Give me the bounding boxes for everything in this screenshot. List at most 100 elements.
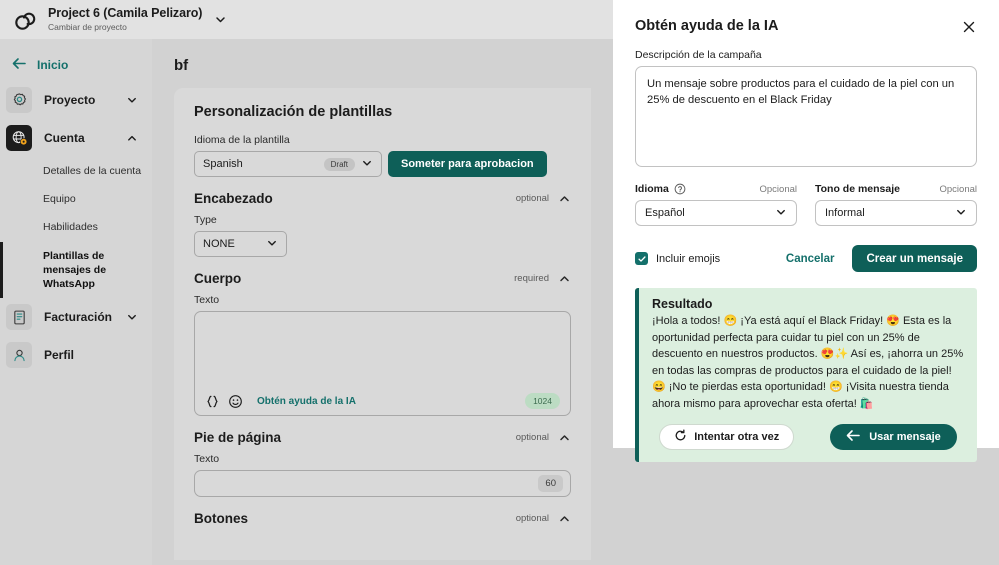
section-flag-cuerpo: required [514, 273, 549, 284]
result-text: ¡Hola a todos! 😁 ¡Ya está aquí el Black … [652, 315, 964, 410]
section-header-botones: Botones optional [194, 511, 571, 526]
top-bar: Project 6 (Camila Pelizaro) Cambiar de p… [0, 0, 613, 39]
ai-language-select[interactable]: Español [635, 200, 797, 226]
interlocking-circles-logo [15, 12, 36, 30]
get-ai-help-link[interactable]: Obtén ayuda de la IA [257, 396, 356, 407]
section-header-cuerpo: Cuerpo required [194, 271, 571, 286]
ai-result-box: Resultado ¡Hola a todos! 😁 ¡Ya está aquí… [635, 288, 977, 462]
section-header-encabezado: Encabezado optional [194, 191, 571, 206]
sidebar-label-perfil: Perfil [44, 348, 75, 363]
chevron-down-icon[interactable] [214, 13, 227, 26]
sidebar-label-facturacion: Facturación [44, 310, 113, 325]
section-flag-botones: optional [515, 513, 549, 524]
use-message-label: Usar mensaje [869, 431, 941, 443]
chevron-up-icon[interactable] [558, 431, 571, 444]
campaign-description-input[interactable]: Un mensaje sobre productos para el cuida… [635, 66, 977, 167]
project-name: Project 6 (Camila Pelizaro) [48, 6, 203, 21]
retry-label: Intentar otra vez [694, 431, 780, 443]
language-value: Spanish [203, 158, 243, 170]
use-message-button[interactable]: Usar mensaje [830, 424, 957, 450]
ai-tone-optional: Opcional [939, 183, 978, 195]
ai-language-value: Español [645, 207, 685, 219]
ai-tone-select[interactable]: Informal [815, 200, 977, 226]
ai-actions-row: Incluir emojis Cancelar Crear un mensaje [635, 245, 977, 272]
body-text-label: Texto [194, 294, 220, 306]
sidebar-subitem-plantillas-whatsapp[interactable]: Plantillas de mensajes de WhatsApp [0, 241, 152, 299]
chevron-up-icon[interactable] [558, 512, 571, 525]
ai-panel-title: Obtén ayuda de la IA [635, 18, 779, 34]
language-row: Spanish Draft Someter para aprobacion [194, 151, 571, 177]
include-emojis-checkbox[interactable]: Incluir emojis [635, 252, 720, 265]
sidebar-item-perfil[interactable]: Perfil [0, 336, 152, 374]
emoji-smiley-icon[interactable] [228, 394, 243, 409]
cancel-button[interactable]: Cancelar [776, 253, 845, 265]
result-actions: Intentar otra vez Usar mensaje [652, 424, 964, 450]
refresh-icon [674, 429, 687, 445]
tone-head: Tono de mensaje Opcional [815, 183, 977, 195]
globe-gear-icon [6, 125, 32, 151]
include-emojis-label: Incluir emojis [656, 252, 721, 265]
sidebar-subitem-equipo[interactable]: Equipo [0, 185, 152, 213]
language-select[interactable]: Spanish Draft [194, 151, 382, 177]
create-message-button[interactable]: Crear un mensaje [852, 245, 977, 272]
sidebar: Inicio Proyecto Cuenta Detalles de la cu… [0, 39, 152, 565]
chevron-down-icon [775, 206, 787, 221]
language-head: Idioma Opcional [635, 183, 797, 195]
curly-braces-icon[interactable] [205, 394, 220, 409]
language-label: Idioma de la plantilla [194, 134, 290, 146]
chevron-down-icon[interactable] [126, 311, 138, 323]
campaign-description-label: Descripción de la campaña [635, 49, 762, 61]
chevron-up-icon[interactable] [126, 132, 138, 144]
section-title-cuerpo: Cuerpo [194, 271, 242, 286]
sidebar-subnav-cuenta: Detalles de la cuenta Equipo Habilidades… [0, 157, 152, 299]
close-icon[interactable] [961, 19, 977, 35]
sidebar-home-label: Inicio [37, 58, 69, 72]
body-textarea[interactable]: Obtén ayuda de la IA 1024 [194, 311, 571, 416]
retry-button[interactable]: Intentar otra vez [659, 424, 795, 450]
section-title-encabezado: Encabezado [194, 191, 273, 206]
ai-options-row: Idioma Opcional Español Tono de mensaje … [635, 183, 977, 226]
header-type-select[interactable]: NONE [194, 231, 287, 257]
section-flag-encabezado: optional [515, 193, 549, 204]
tone-column: Tono de mensaje Opcional Informal [815, 183, 977, 226]
footer-char-counter: 60 [538, 475, 563, 492]
sidebar-home-link[interactable]: Inicio [0, 49, 152, 81]
footer-text-label: Texto [194, 453, 220, 465]
sidebar-subitem-habilidades[interactable]: Habilidades [0, 213, 152, 241]
sidebar-item-facturacion[interactable]: Facturación [0, 298, 152, 336]
chevron-down-icon [266, 237, 278, 252]
body-char-counter: 1024 [525, 393, 560, 409]
main-content: bf Personalización de plantillas Idioma … [152, 39, 613, 565]
section-flag-pie-de-pagina: optional [515, 432, 549, 443]
footer-text-input[interactable]: 60 [194, 470, 571, 497]
submit-for-approval-button[interactable]: Someter para aprobacion [388, 151, 547, 177]
chevron-up-icon[interactable] [558, 192, 571, 205]
card-title: Personalización de plantillas [194, 104, 393, 120]
arrow-left-icon [12, 57, 27, 73]
language-column: Idioma Opcional Español [635, 183, 797, 226]
chevron-down-icon[interactable] [126, 94, 138, 106]
project-block[interactable]: Project 6 (Camila Pelizaro) Cambiar de p… [48, 6, 202, 32]
ai-language-label: Idioma [635, 183, 669, 195]
result-title: Resultado [652, 297, 713, 311]
app-root: Project 6 (Camila Pelizaro) Cambiar de p… [0, 0, 999, 565]
chevron-down-icon [955, 206, 967, 221]
type-label: Type [194, 214, 217, 226]
ai-tone-value: Informal [825, 207, 865, 219]
gear-icon [6, 87, 32, 113]
person-icon [6, 342, 32, 369]
arrow-left-icon [846, 429, 861, 445]
ai-panel-header: Obtén ayuda de la IA [635, 18, 977, 35]
invoice-icon [6, 304, 32, 331]
sidebar-subitem-detalles[interactable]: Detalles de la cuenta [0, 157, 152, 185]
body-textarea-toolbar: Obtén ayuda de la IA 1024 [195, 387, 570, 415]
section-header-pie-de-pagina: Pie de página optional [194, 430, 571, 445]
section-title-botones: Botones [194, 511, 248, 526]
sidebar-item-cuenta[interactable]: Cuenta [0, 119, 152, 157]
help-circle-icon[interactable] [674, 183, 686, 195]
chevron-up-icon[interactable] [558, 272, 571, 285]
ai-help-panel: Obtén ayuda de la IA Descripción de la c… [613, 0, 999, 462]
ai-tone-label: Tono de mensaje [815, 183, 900, 195]
sidebar-item-proyecto[interactable]: Proyecto [0, 81, 152, 119]
page-title: bf [174, 57, 189, 74]
